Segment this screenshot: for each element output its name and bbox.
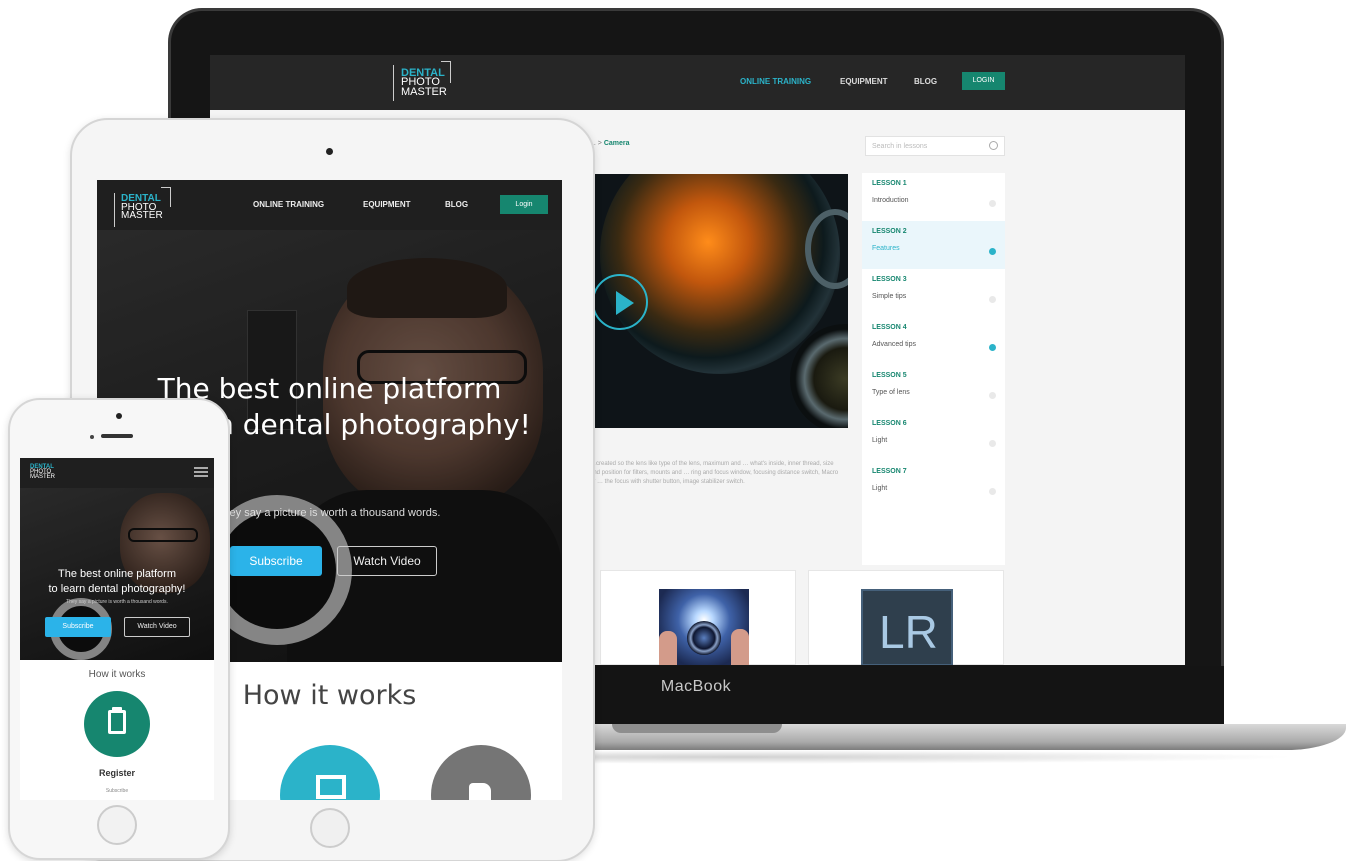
thumbs-up-step-circle (431, 745, 531, 800)
lesson-item[interactable]: LESSON 4 Advanced tips (862, 317, 1005, 365)
search-placeholder: Search in lessons (872, 143, 928, 150)
logo-line-master: MASTER (30, 474, 56, 481)
lesson-number: LESSON 7 (872, 468, 907, 475)
hero-subtitle: They say a picture is worth a thousand w… (66, 599, 168, 605)
lesson-title: Light (872, 485, 888, 492)
dental-photo-master-logo[interactable]: DENTAL PHOTO MASTER (114, 187, 171, 227)
phone-sensor (90, 435, 94, 439)
login-button[interactable]: LOGIN (962, 72, 1005, 90)
phone-home-button (97, 805, 137, 845)
lesson-list: LESSON 1 Introduction LESSON 2 Features … (862, 173, 1005, 565)
lesson-number: LESSON 6 (872, 420, 907, 427)
lesson-title: Introduction (872, 197, 909, 204)
subscribe-button[interactable]: Subscribe (45, 617, 111, 637)
search-icon[interactable] (989, 141, 998, 150)
laptop-navbar: DENTAL PHOTO MASTER ONLINE TRAINING EQUI… (210, 55, 1185, 110)
lightroom-logo-text: LR (879, 606, 938, 658)
phone-camera (116, 413, 122, 419)
watch-video-button[interactable]: Watch Video (337, 546, 437, 576)
lesson-status-dot (989, 440, 996, 447)
lesson-title: Features (872, 245, 900, 252)
tablet-home-button (310, 808, 350, 848)
phone-screen: DENTAL PHOTO MASTER The best online plat… (20, 458, 214, 800)
nav-equipment[interactable]: EQUIPMENT (840, 77, 888, 86)
camera-photo-thumbnail (659, 589, 749, 665)
how-it-works-heading: How it works (88, 669, 146, 680)
tablet-navbar: DENTAL PHOTO MASTER ONLINE TRAINING EQUI… (97, 180, 562, 230)
lightroom-icon: LR (861, 589, 953, 665)
clipboard-icon (108, 710, 126, 734)
lesson-item[interactable]: LESSON 3 Simple tips (862, 269, 1005, 317)
video-icon (316, 775, 346, 799)
search-input[interactable]: Search in lessons (865, 136, 1005, 156)
phone-navbar: DENTAL PHOTO MASTER (20, 458, 214, 488)
register-step-circle (84, 691, 150, 757)
video-step-circle (280, 745, 380, 800)
lesson-description: …created so the lens like type of the le… (590, 461, 839, 485)
step-title: Register (98, 768, 135, 778)
breadcrumb: ... > Camera (590, 140, 630, 147)
step-subtitle: Subscribe (105, 788, 129, 794)
dental-photo-master-logo[interactable]: DENTAL PHOTO MASTER (28, 462, 62, 486)
nav-online-training[interactable]: ONLINE TRAINING (253, 200, 324, 209)
lesson-status-dot (989, 344, 996, 351)
tablet-camera (326, 148, 333, 155)
lesson-item[interactable]: LESSON 7 Light (862, 461, 1005, 509)
video-player[interactable] (590, 174, 848, 428)
hero-title-line1: The best online platform (57, 568, 176, 580)
lesson-number: LESSON 2 (872, 228, 907, 235)
equipment-card-lightroom[interactable]: LR (808, 570, 1004, 665)
lesson-item[interactable]: LESSON 1 Introduction (862, 173, 1005, 221)
nav-blog[interactable]: BLOG (445, 200, 468, 209)
logo-line-master: MASTER (401, 85, 447, 98)
lesson-number: LESSON 1 (872, 180, 907, 187)
lesson-title: Advanced tips (872, 341, 916, 348)
lesson-number: LESSON 3 (872, 276, 907, 283)
hamburger-menu-icon[interactable] (194, 467, 208, 469)
lesson-number: LESSON 5 (872, 372, 907, 379)
lesson-status-dot (989, 488, 996, 495)
breadcrumb-current: Camera (603, 140, 630, 147)
nav-blog[interactable]: BLOG (914, 77, 937, 86)
logo-line-master: MASTER (121, 210, 163, 222)
dental-photo-master-logo[interactable]: DENTAL PHOTO MASTER (393, 61, 451, 103)
lesson-title: Simple tips (872, 293, 907, 300)
thumbs-up-icon (469, 783, 491, 800)
lesson-status-dot (989, 248, 996, 255)
lesson-item-active[interactable]: LESSON 2 Features (862, 221, 1005, 269)
phone-speaker (101, 434, 133, 438)
lesson-status-dot (989, 200, 996, 207)
subscribe-button[interactable]: Subscribe (230, 546, 322, 576)
lesson-title: Type of lens (872, 389, 910, 396)
lesson-status-dot (989, 296, 996, 303)
login-button[interactable]: Login (500, 195, 548, 214)
equipment-card-camera[interactable] (600, 570, 796, 665)
nav-online-training[interactable]: ONLINE TRAINING (740, 77, 811, 86)
watch-video-button[interactable]: Watch Video (124, 617, 190, 637)
logo-frame-right (441, 61, 451, 83)
lesson-status-dot (989, 392, 996, 399)
nav-equipment[interactable]: EQUIPMENT (363, 200, 411, 209)
laptop-notch (612, 724, 782, 733)
phone-hero-section: The best online platform to learn dental… (20, 488, 214, 660)
play-icon[interactable] (592, 274, 648, 330)
hero-title-line2: to learn dental photography! (48, 583, 186, 595)
logo-frame-left (393, 65, 403, 101)
lesson-number: LESSON 4 (872, 324, 907, 331)
lesson-item[interactable]: LESSON 5 Type of lens (862, 365, 1005, 413)
clipboard-clip (112, 707, 122, 713)
lesson-title: Light (872, 437, 888, 444)
lesson-item[interactable]: LESSON 6 Light (862, 413, 1005, 461)
